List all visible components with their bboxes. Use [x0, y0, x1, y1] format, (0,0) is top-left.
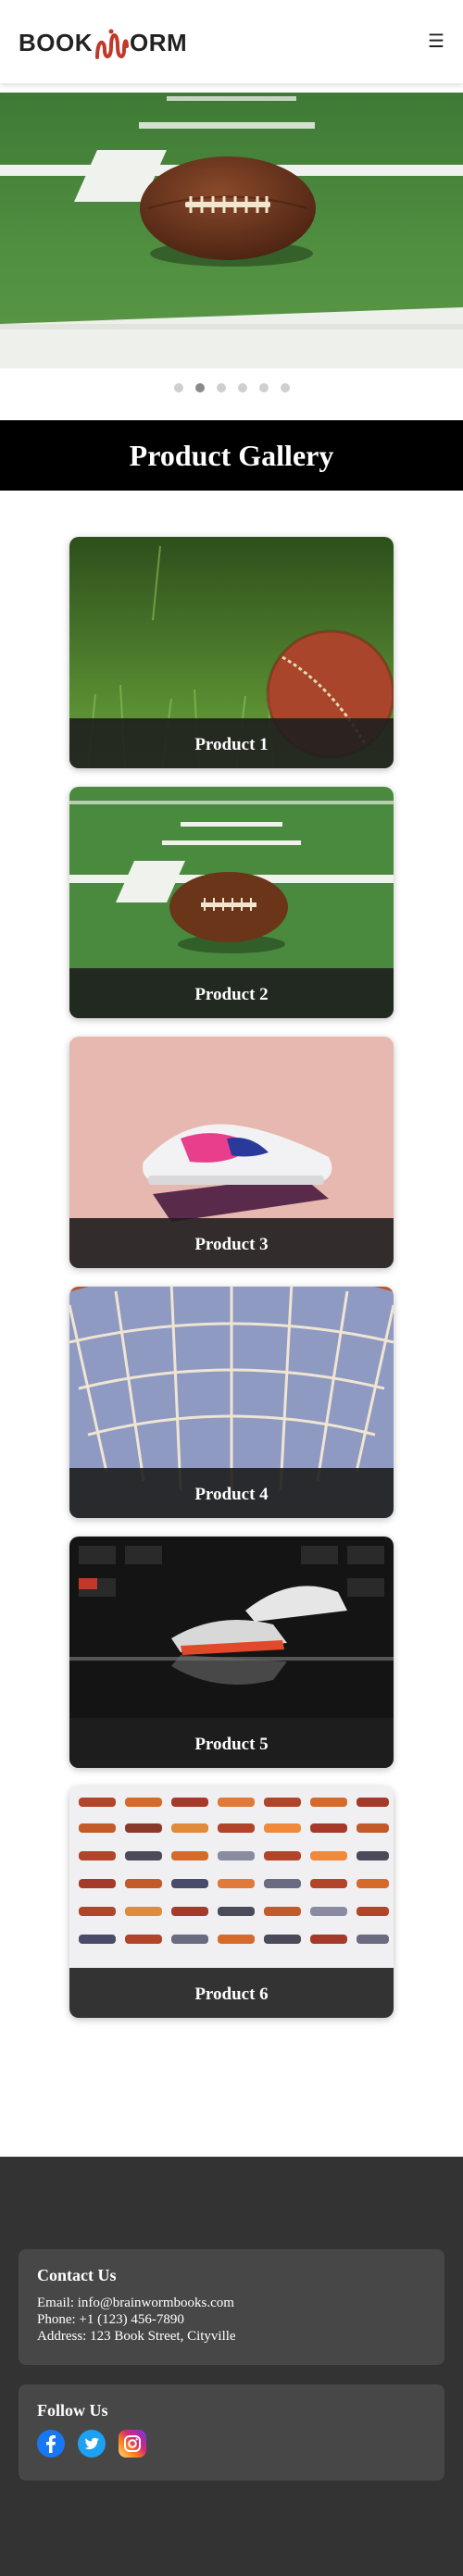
logo-text-right: ORM: [130, 28, 188, 56]
slider-dots: [0, 383, 463, 392]
hamburger-menu-icon[interactable]: ☰: [428, 30, 444, 52]
follow-box: Follow Us: [19, 2384, 444, 2481]
facebook-icon[interactable]: [37, 2430, 65, 2458]
slider-dot-6[interactable]: [280, 383, 290, 392]
contact-heading: Contact Us: [37, 2266, 117, 2284]
contact-phone[interactable]: Phone: +1 (123) 456-7890: [37, 2311, 426, 2328]
slider-dot-4[interactable]: [237, 383, 247, 392]
instagram-icon[interactable]: [119, 2430, 146, 2458]
product-label: Product 6: [69, 1968, 394, 2018]
slider-dot-1[interactable]: [173, 383, 183, 392]
football-field-image: [0, 93, 463, 368]
hero-slide: [0, 93, 463, 368]
brand-logo[interactable]: BOOK ORM: [19, 26, 187, 59]
follow-heading: Follow Us: [37, 2401, 108, 2420]
slider-dot-5[interactable]: [258, 383, 269, 392]
contact-address: Address: 123 Book Street, Cityville: [37, 2329, 236, 2344]
product-card-3[interactable]: Product 3: [69, 1037, 394, 1268]
contact-box: Contact Us Email: info@brainwormbooks.co…: [19, 2249, 444, 2365]
product-label: Product 5: [69, 1718, 394, 1768]
product-label: Product 2: [69, 968, 394, 1018]
product-card-4[interactable]: Product 4: [69, 1287, 394, 1518]
product-card-5[interactable]: Product 5: [69, 1537, 394, 1768]
product-label: Product 4: [69, 1468, 394, 1518]
product-label: Product 1: [69, 718, 394, 768]
site-header: BOOK ORM ☰: [0, 0, 463, 83]
site-footer: Contact Us Email: info@brainwormbooks.co…: [0, 2157, 463, 2576]
product-card-6[interactable]: Product 6: [69, 1786, 394, 2018]
product-card-2[interactable]: Product 2: [69, 787, 394, 1018]
logo-text-left: BOOK: [19, 28, 93, 56]
worm-logo-icon: [95, 29, 129, 59]
slider-dot-3[interactable]: [216, 383, 226, 392]
twitter-icon[interactable]: [78, 2430, 106, 2458]
gallery-title: Product Gallery: [0, 420, 463, 491]
product-card-1[interactable]: Product 1: [69, 537, 394, 768]
slider-dot-2[interactable]: [194, 383, 205, 392]
contact-email[interactable]: Email: info@brainwormbooks.com: [37, 2295, 426, 2311]
social-links: [37, 2430, 426, 2458]
product-label: Product 3: [69, 1218, 394, 1268]
